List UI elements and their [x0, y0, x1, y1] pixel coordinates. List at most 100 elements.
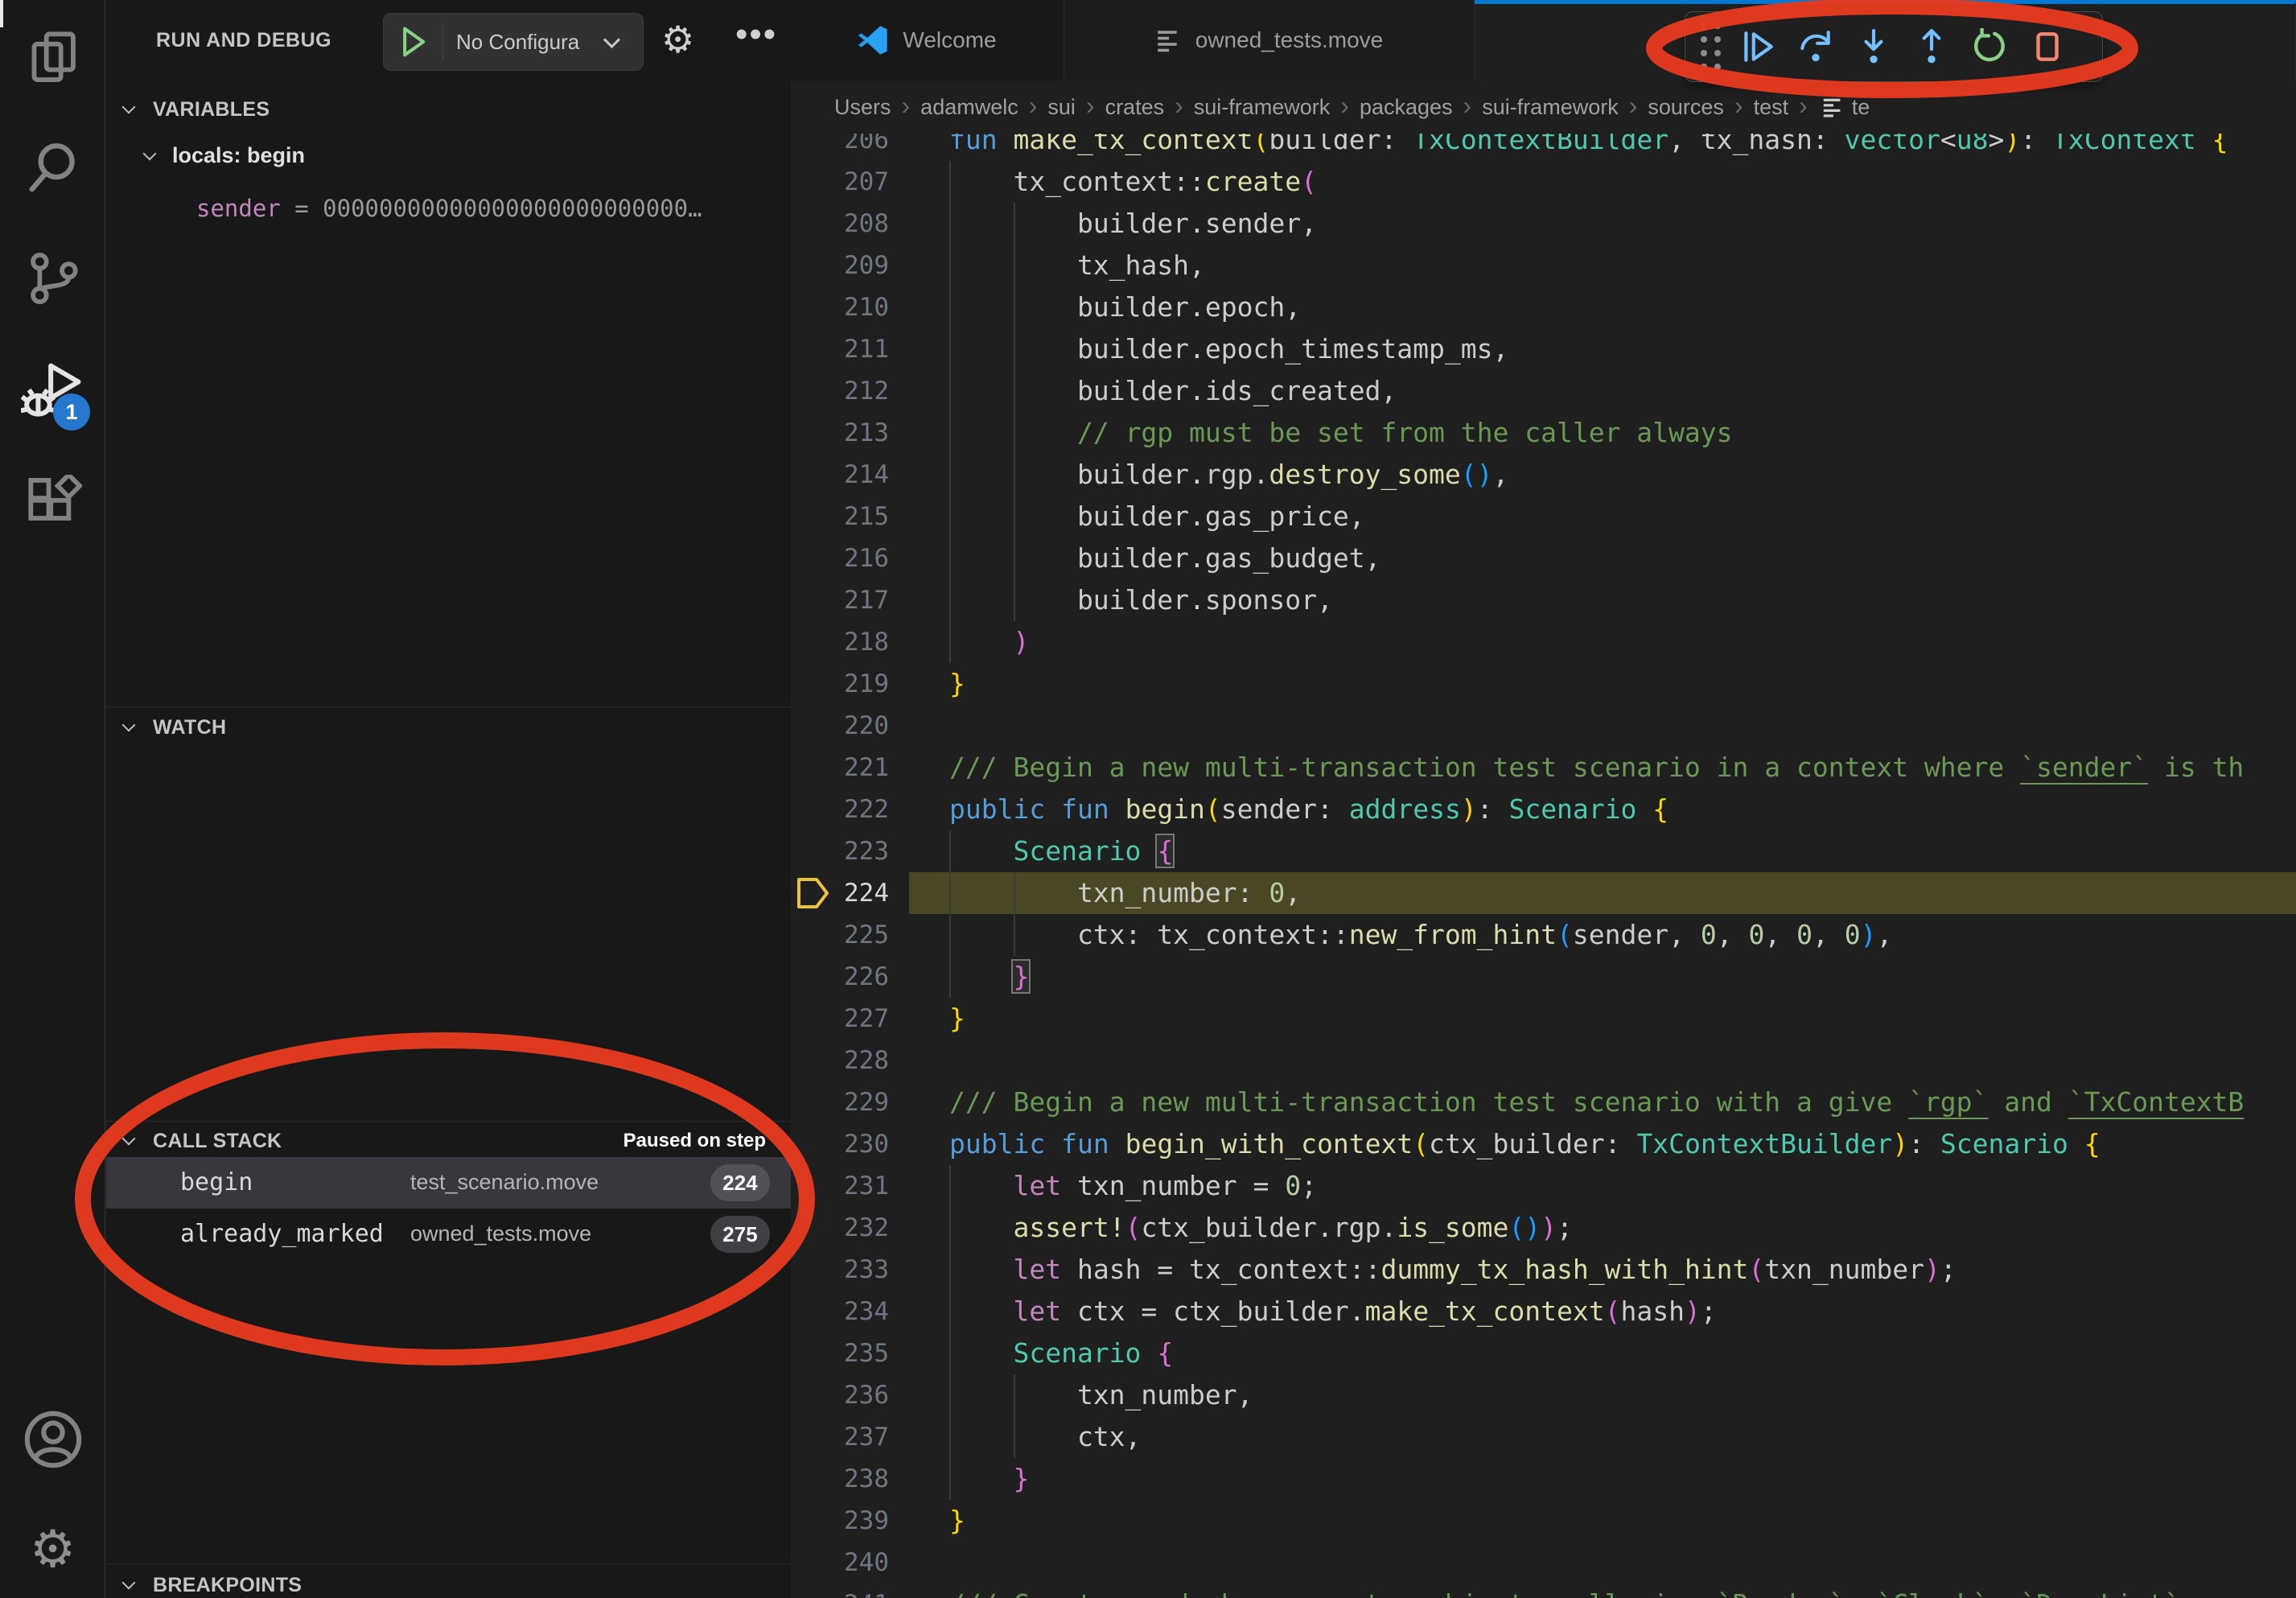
line-number[interactable]: 210: [791, 286, 889, 328]
breadcrumb-item[interactable]: adamwelc: [920, 95, 1018, 120]
code-line[interactable]: 226 }: [791, 956, 2296, 998]
code-line[interactable]: 208 builder.sender,: [791, 203, 2296, 245]
line-number[interactable]: 239: [791, 1500, 889, 1542]
line-number[interactable]: 231: [791, 1165, 889, 1207]
breadcrumb-item[interactable]: test: [1754, 95, 1789, 120]
source-control-icon[interactable]: [0, 234, 105, 323]
code-line[interactable]: 207 tx_context::create(: [791, 161, 2296, 203]
run-and-debug-icon[interactable]: 1: [0, 347, 105, 435]
line-number[interactable]: 229: [791, 1081, 889, 1123]
explorer-icon[interactable]: [0, 12, 105, 101]
line-number[interactable]: 223: [791, 830, 889, 872]
search-icon[interactable]: [0, 124, 105, 212]
tab-owned-tests[interactable]: owned_tests.move: [1064, 0, 1475, 80]
line-number[interactable]: 213: [791, 412, 889, 454]
code-line[interactable]: 221/// Begin a new multi-transaction tes…: [791, 747, 2296, 789]
line-number[interactable]: 236: [791, 1374, 889, 1416]
line-number[interactable]: 219: [791, 663, 889, 705]
line-number[interactable]: 224: [791, 872, 889, 914]
line-number[interactable]: 222: [791, 789, 889, 830]
code-line[interactable]: 215 builder.gas_price,: [791, 496, 2296, 537]
code-line[interactable]: 229/// Begin a new multi-transaction tes…: [791, 1081, 2296, 1123]
code-line[interactable]: 220: [791, 705, 2296, 747]
code-line[interactable]: 212 builder.ids_created,: [791, 370, 2296, 412]
code-line[interactable]: 211 builder.epoch_timestamp_ms,: [791, 328, 2296, 370]
breadcrumb-item[interactable]: crates: [1105, 95, 1165, 120]
watch-section-header[interactable]: WATCH: [106, 708, 791, 747]
line-number[interactable]: 234: [791, 1291, 889, 1332]
settings-gear-icon[interactable]: ⚙: [0, 1505, 105, 1593]
code-line[interactable]: 222public fun begin(sender: address): Sc…: [791, 789, 2296, 830]
line-number[interactable]: 233: [791, 1249, 889, 1291]
breadcrumb-file[interactable]: te: [1852, 95, 1870, 120]
code-line[interactable]: 237 ctx,: [791, 1416, 2296, 1458]
line-number[interactable]: 237: [791, 1416, 889, 1458]
more-actions-icon[interactable]: •••: [735, 14, 777, 55]
code-line[interactable]: 216 builder.gas_budget,: [791, 537, 2296, 579]
line-number[interactable]: 209: [791, 245, 889, 286]
breadcrumb-item[interactable]: sui-framework: [1194, 95, 1331, 120]
call-stack-section-header[interactable]: CALL STACK Paused on step: [106, 1122, 791, 1160]
stop-icon[interactable]: [2018, 18, 2076, 76]
variables-section-header[interactable]: VARIABLES: [106, 90, 791, 129]
line-number[interactable]: 227: [791, 998, 889, 1040]
line-number[interactable]: 226: [791, 956, 889, 998]
continue-icon[interactable]: [1729, 18, 1787, 76]
line-number[interactable]: 211: [791, 328, 889, 370]
line-number[interactable]: 221: [791, 747, 889, 789]
code-line[interactable]: 231 let txn_number = 0;: [791, 1165, 2296, 1207]
code-line[interactable]: 236 txn_number,: [791, 1374, 2296, 1416]
step-over-icon[interactable]: [1787, 18, 1845, 76]
breadcrumb-item[interactable]: sui: [1047, 95, 1076, 120]
code-line[interactable]: 233 let hash = tx_context::dummy_tx_hash…: [791, 1249, 2296, 1291]
start-debug-icon[interactable]: [384, 23, 443, 61]
line-number[interactable]: 220: [791, 705, 889, 747]
code-line[interactable]: 210 builder.epoch,: [791, 286, 2296, 328]
code-line[interactable]: 238 }: [791, 1458, 2296, 1500]
line-number[interactable]: 208: [791, 203, 889, 245]
debug-gear-icon[interactable]: ⚙: [661, 18, 694, 61]
code-line[interactable]: 214 builder.rgp.destroy_some(),: [791, 454, 2296, 496]
line-number[interactable]: 228: [791, 1040, 889, 1081]
code-line[interactable]: 213 // rgp must be set from the caller a…: [791, 412, 2296, 454]
breadcrumb-item[interactable]: sources: [1648, 95, 1724, 120]
code-line[interactable]: 230public fun begin_with_context(ctx_bui…: [791, 1123, 2296, 1165]
variable-row[interactable]: sender = 00000000000000000000000000…: [196, 195, 784, 222]
code-line[interactable]: 240: [791, 1542, 2296, 1584]
step-into-icon[interactable]: [1845, 18, 1903, 76]
breadcrumb-item[interactable]: packages: [1360, 95, 1453, 120]
toolbar-drag-handle[interactable]: [1693, 18, 1729, 76]
line-number[interactable]: 240: [791, 1542, 889, 1584]
call-stack-frame[interactable]: begintest_scenario.move224: [106, 1157, 791, 1209]
code-line[interactable]: 239}: [791, 1500, 2296, 1542]
line-number[interactable]: 232: [791, 1207, 889, 1249]
launch-config-dropdown[interactable]: No Configura: [383, 13, 644, 71]
line-number[interactable]: 241: [791, 1584, 889, 1598]
breadcrumb-item[interactable]: Users: [834, 95, 891, 120]
code-line[interactable]: 228: [791, 1040, 2296, 1081]
line-number[interactable]: 214: [791, 454, 889, 496]
line-number[interactable]: 215: [791, 496, 889, 537]
step-out-icon[interactable]: [1903, 18, 1961, 76]
code-line[interactable]: 225 ctx: tx_context::new_from_hint(sende…: [791, 914, 2296, 956]
line-number[interactable]: 225: [791, 914, 889, 956]
code-editor[interactable]: 206fun make_tx_context(builder: TxContex…: [791, 0, 2296, 1598]
code-line[interactable]: 219}: [791, 663, 2296, 705]
line-number[interactable]: 218: [791, 621, 889, 663]
line-number[interactable]: 230: [791, 1123, 889, 1165]
code-line[interactable]: 241/// Creates and shares system objects…: [791, 1584, 2296, 1598]
tab-welcome[interactable]: Welcome: [791, 0, 1064, 80]
code-line[interactable]: 235 Scenario {: [791, 1332, 2296, 1374]
line-number[interactable]: 207: [791, 161, 889, 203]
line-number[interactable]: 212: [791, 370, 889, 412]
call-stack-frame[interactable]: already_markedowned_tests.move275: [106, 1209, 791, 1260]
breadcrumb-item[interactable]: sui-framework: [1482, 95, 1619, 120]
code-line[interactable]: 209 tx_hash,: [791, 245, 2296, 286]
line-number[interactable]: 217: [791, 579, 889, 621]
code-line[interactable]: 232 assert!(ctx_builder.rgp.is_some());: [791, 1207, 2296, 1249]
variables-scope-row[interactable]: locals: begin: [145, 143, 305, 168]
breakpoints-section-header[interactable]: BREAKPOINTS: [106, 1566, 791, 1598]
code-line[interactable]: 223 Scenario {: [791, 830, 2296, 872]
accounts-icon[interactable]: [0, 1395, 105, 1484]
line-number[interactable]: 238: [791, 1458, 889, 1500]
